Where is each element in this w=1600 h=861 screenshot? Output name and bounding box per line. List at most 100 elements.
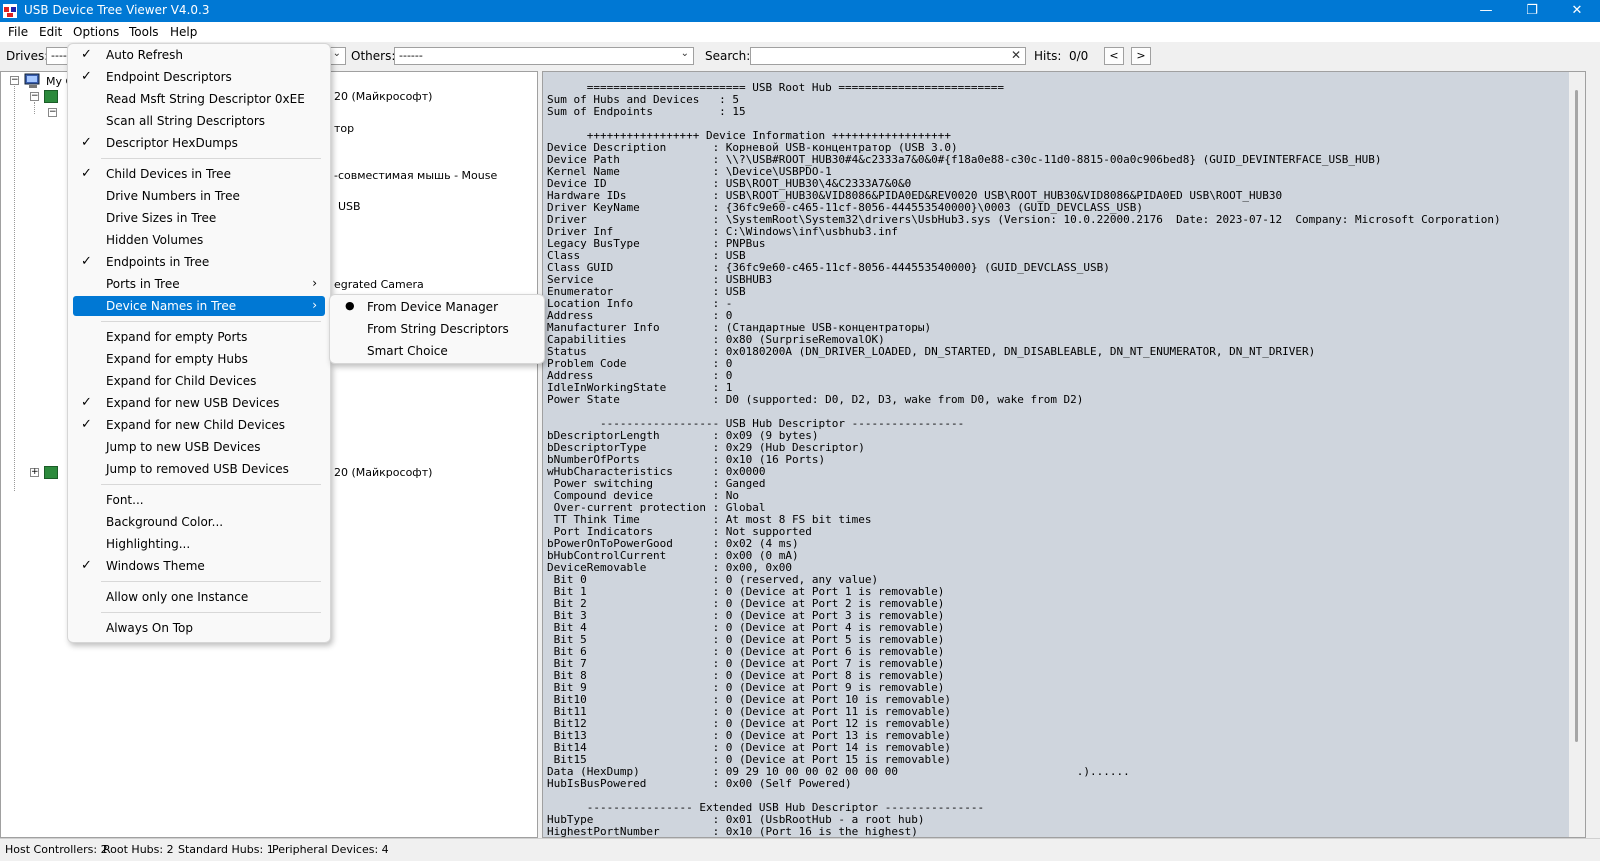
tree-collapse-icon[interactable]: − xyxy=(10,76,19,85)
menu-item-drive-numbers-in-tree[interactable]: Drive Numbers in Tree xyxy=(73,186,325,206)
submenu-item-from-device-manager[interactable]: ● From Device Manager xyxy=(335,297,541,317)
menu-item-device-names-in-tree[interactable]: Device Names in Tree › xyxy=(73,296,325,316)
menu-separator xyxy=(101,158,321,159)
menu-item-label: Expand for new USB Devices xyxy=(106,396,280,410)
usb-app-icon xyxy=(3,4,17,18)
menu-item-endpoints-in-tree[interactable]: ✓ Endpoints in Tree xyxy=(73,252,325,272)
menu-item-always-on-top[interactable]: Always On Top xyxy=(73,618,325,638)
menu-item-label: Device Names in Tree xyxy=(106,299,237,313)
menu-separator xyxy=(101,612,321,613)
tree-collapse-icon[interactable]: − xyxy=(30,92,39,101)
chevron-right-icon: › xyxy=(312,276,317,290)
menu-item-expand-for-new-child-devices[interactable]: ✓ Expand for new Child Devices xyxy=(73,415,325,435)
menu-item-highlighting[interactable]: Highlighting... xyxy=(73,534,325,554)
menu-item-label: Drive Numbers in Tree xyxy=(106,189,240,203)
tree-item-text[interactable]: 20 (Майкрософт) xyxy=(334,466,432,479)
submenu-item-label: From String Descriptors xyxy=(367,322,509,336)
menu-item-label: Hidden Volumes xyxy=(106,233,204,247)
checkmark-icon: ✓ xyxy=(81,395,92,410)
tree-connector-line xyxy=(14,86,15,491)
menu-help[interactable]: Help xyxy=(170,25,197,39)
menu-item-expand-for-empty-ports[interactable]: Expand for empty Ports xyxy=(73,327,325,347)
search-input[interactable]: ✕ xyxy=(750,47,1026,65)
menu-tools[interactable]: Tools xyxy=(129,25,159,39)
menu-file[interactable]: File xyxy=(8,25,28,39)
menu-item-descriptor-hexdumps[interactable]: ✓ Descriptor HexDumps xyxy=(73,133,325,153)
scrollbar-thumb[interactable] xyxy=(1575,90,1578,742)
menu-item-background-color[interactable]: Background Color... xyxy=(73,512,325,532)
next-hit-button[interactable]: > xyxy=(1131,47,1151,65)
menu-item-child-devices-in-tree[interactable]: ✓ Child Devices in Tree xyxy=(73,164,325,184)
menu-item-label: Font... xyxy=(106,493,144,507)
menu-item-endpoint-descriptors[interactable]: ✓ Endpoint Descriptors xyxy=(73,67,325,87)
menu-item-drive-sizes-in-tree[interactable]: Drive Sizes in Tree xyxy=(73,208,325,228)
previous-hit-button[interactable]: < xyxy=(1104,47,1124,65)
submenu-item-label: From Device Manager xyxy=(367,300,498,314)
tree-item-text[interactable]: USB xyxy=(338,200,361,213)
menu-item-expand-for-new-usb-devices[interactable]: ✓ Expand for new USB Devices xyxy=(73,393,325,413)
hits-label: Hits: xyxy=(1034,49,1062,63)
device-details-pane[interactable]: ======================== USB Root Hub ==… xyxy=(542,71,1586,838)
tree-item-text[interactable]: -совместимая мышь - Mouse xyxy=(334,169,497,182)
menu-item-expand-for-child-devices[interactable]: Expand for Child Devices xyxy=(73,371,325,391)
host-controller-icon xyxy=(44,90,58,103)
submenu-item-smart-choice[interactable]: Smart Choice xyxy=(335,341,541,361)
clear-search-icon[interactable]: ✕ xyxy=(1011,48,1021,62)
checkmark-icon: ✓ xyxy=(81,47,92,62)
menu-item-jump-to-new-usb-devices[interactable]: Jump to new USB Devices xyxy=(73,437,325,457)
tree-item-text[interactable]: 20 (Майкрософт) xyxy=(334,90,432,103)
chevron-down-icon: ⌄ xyxy=(332,48,341,59)
tree-collapse-icon[interactable]: − xyxy=(48,108,57,117)
menu-edit[interactable]: Edit xyxy=(39,25,62,39)
others-label: Others: xyxy=(351,49,396,63)
menu-item-label: Endpoint Descriptors xyxy=(106,70,232,84)
options-menu: ✓ Auto Refresh ✓ Endpoint Descriptors Re… xyxy=(67,43,331,643)
menu-bar: File Edit Options Tools Help xyxy=(0,22,1600,42)
close-button[interactable]: ✕ xyxy=(1554,0,1600,22)
menu-separator xyxy=(101,581,321,582)
menu-options[interactable]: Options xyxy=(73,25,119,39)
menu-separator xyxy=(101,321,321,322)
minimize-button[interactable]: — xyxy=(1463,0,1509,22)
status-bar: Host Controllers: 2 Root Hubs: 2 Standar… xyxy=(0,838,1600,861)
menu-item-label: Expand for empty Hubs xyxy=(106,352,248,366)
status-host-controllers: Host Controllers: 2 xyxy=(5,843,108,856)
tree-item-text[interactable]: egrated Camera xyxy=(334,278,424,291)
menu-item-jump-to-removed-usb-devices[interactable]: Jump to removed USB Devices xyxy=(73,459,325,479)
menu-item-expand-for-empty-hubs[interactable]: Expand for empty Hubs xyxy=(73,349,325,369)
menu-item-label: Child Devices in Tree xyxy=(106,167,231,181)
title-bar: USB Device Tree Viewer V4.0.3 — ❐ ✕ xyxy=(0,0,1600,22)
menu-item-windows-theme[interactable]: ✓ Windows Theme xyxy=(73,556,325,576)
details-scrollbar[interactable] xyxy=(1569,72,1585,837)
menu-item-font[interactable]: Font... xyxy=(73,490,325,510)
tree-item-text[interactable]: тор xyxy=(334,122,354,135)
menu-item-label: Read Msft String Descriptor 0xEE xyxy=(106,92,305,106)
computer-icon xyxy=(24,73,40,88)
menu-item-allow-only-one-instance[interactable]: Allow only one Instance xyxy=(73,587,325,607)
hits-value: 0/0 xyxy=(1069,49,1089,63)
menu-item-label: Jump to new USB Devices xyxy=(106,440,261,454)
maximize-button[interactable]: ❐ xyxy=(1509,0,1555,22)
menu-item-label: Windows Theme xyxy=(106,559,205,573)
menu-item-auto-refresh[interactable]: ✓ Auto Refresh xyxy=(73,45,325,65)
menu-item-label: Highlighting... xyxy=(106,537,191,551)
drives-label: Drives: xyxy=(6,49,49,63)
menu-item-label: Expand for Child Devices xyxy=(106,374,257,388)
checkmark-icon: ✓ xyxy=(81,558,92,573)
checkmark-icon: ✓ xyxy=(81,135,92,150)
menu-item-hidden-volumes[interactable]: Hidden Volumes xyxy=(73,230,325,250)
submenu-item-from-string-descriptors[interactable]: From String Descriptors xyxy=(335,319,541,339)
menu-item-label: Expand for new Child Devices xyxy=(106,418,285,432)
menu-item-ports-in-tree[interactable]: Ports in Tree › xyxy=(73,274,325,294)
menu-item-read-msft-string-descriptor[interactable]: Read Msft String Descriptor 0xEE xyxy=(73,89,325,109)
menu-item-label: Drive Sizes in Tree xyxy=(106,211,217,225)
tree-expand-icon[interactable]: + xyxy=(30,468,39,477)
menu-item-label: Endpoints in Tree xyxy=(106,255,210,269)
tree-connector-line xyxy=(34,102,35,114)
others-combo[interactable]: ------ ⌄ xyxy=(394,47,694,65)
status-peripheral-devices: Peripheral Devices: 4 xyxy=(272,843,389,856)
menu-item-scan-all-string-descriptors[interactable]: Scan all String Descriptors xyxy=(73,111,325,131)
menu-item-label: Auto Refresh xyxy=(106,48,183,62)
host-controller-icon xyxy=(44,466,58,479)
checkmark-icon: ✓ xyxy=(81,254,92,269)
